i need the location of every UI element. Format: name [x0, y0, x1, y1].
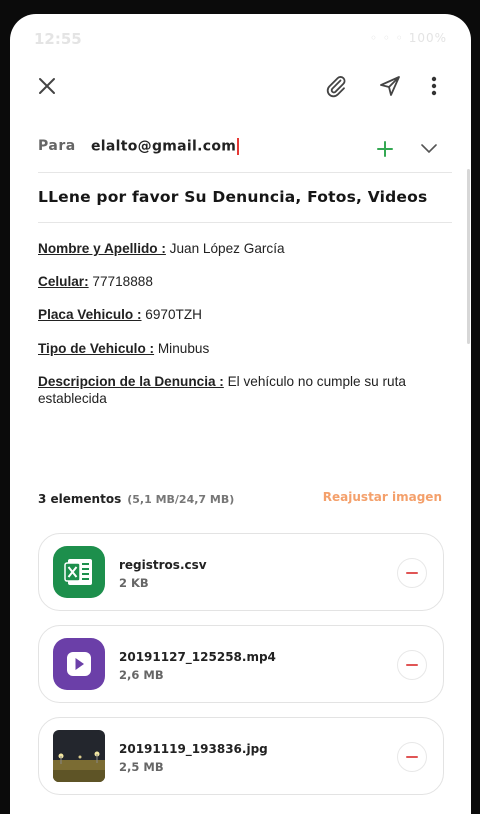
field-value: 6970TZH — [141, 307, 202, 322]
subject-field[interactable]: LLene por favor Su Denuncia, Fotos, Vide… — [38, 188, 427, 206]
attachment-name: 20191119_193836.jpg — [119, 742, 268, 756]
attachments-size: (5,1 MB/24,7 MB) — [127, 493, 235, 506]
divider — [38, 172, 452, 173]
attachment-name: 20191127_125258.mp4 — [119, 650, 276, 664]
divider — [38, 222, 452, 223]
scrollbar[interactable] — [467, 169, 470, 344]
field-value: 77718888 — [88, 274, 153, 289]
attachment-card[interactable]: 20191127_125258.mp4 2,6 MB — [38, 625, 444, 703]
remove-attachment-button[interactable] — [397, 650, 427, 680]
remove-attachment-button[interactable] — [397, 742, 427, 772]
attachment-size: 2 KB — [119, 576, 149, 590]
body-field-description[interactable]: Descripcion de la Denuncia : El vehículo… — [38, 373, 430, 407]
field-label: Descripcion de la Denuncia : — [38, 374, 224, 389]
close-icon[interactable] — [30, 69, 64, 103]
recipient-label: Para — [38, 138, 76, 154]
phone-screen: 12:55 ◦ ◦ ◦ 100% Para elalto@gmail.com L… — [10, 14, 471, 814]
excel-icon — [53, 546, 105, 598]
paperclip-icon[interactable] — [319, 69, 353, 103]
body-field-plate[interactable]: Placa Vehiculo : 6970TZH — [38, 306, 202, 323]
minus-icon — [406, 756, 418, 758]
attachment-card[interactable]: registros.csv 2 KB — [38, 533, 444, 611]
field-value: Juan López García — [165, 241, 285, 256]
status-bar: 12:55 ◦ ◦ ◦ 100% — [10, 14, 471, 56]
minus-icon — [406, 664, 418, 666]
recipient-value: elalto@gmail.com — [91, 138, 237, 155]
field-label: Tipo de Vehiculo : — [38, 341, 155, 356]
recipient-input[interactable]: elalto@gmail.com — [91, 138, 240, 155]
attachment-card[interactable]: 20191119_193836.jpg 2,5 MB — [38, 717, 444, 795]
compose-toolbar — [10, 62, 471, 112]
remove-attachment-button[interactable] — [397, 558, 427, 588]
image-thumbnail — [53, 730, 105, 782]
body-field-vehicle-type[interactable]: Tipo de Vehiculo : Minubus — [38, 340, 209, 357]
send-icon[interactable] — [373, 69, 407, 103]
status-indicators: ◦ ◦ ◦ 100% — [370, 31, 447, 45]
more-vert-icon[interactable] — [417, 69, 451, 103]
attachments-count: 3 elementos — [38, 492, 122, 506]
body-field-name[interactable]: Nombre y Apellido : Juan López García — [38, 240, 285, 257]
attachments-header: 3 elementos (5,1 MB/24,7 MB) Reajustar im… — [38, 488, 442, 508]
recipient-row: Para elalto@gmail.com — [10, 126, 471, 172]
chevron-down-icon[interactable] — [412, 132, 446, 166]
resize-image-button[interactable]: Reajustar imagen — [323, 490, 442, 504]
video-play-icon — [53, 638, 105, 690]
attachment-size: 2,6 MB — [119, 668, 164, 682]
field-label: Nombre y Apellido : — [38, 241, 166, 256]
status-time: 12:55 — [34, 30, 82, 48]
field-value: Minubus — [154, 341, 210, 356]
body-field-phone[interactable]: Celular: 77718888 — [38, 273, 153, 290]
field-label: Celular: — [38, 274, 89, 289]
attachment-size: 2,5 MB — [119, 760, 164, 774]
minus-icon — [406, 572, 418, 574]
attachment-name: registros.csv — [119, 558, 207, 572]
add-recipient-icon[interactable] — [368, 132, 402, 166]
text-cursor — [237, 138, 240, 155]
field-label: Placa Vehiculo : — [38, 307, 142, 322]
